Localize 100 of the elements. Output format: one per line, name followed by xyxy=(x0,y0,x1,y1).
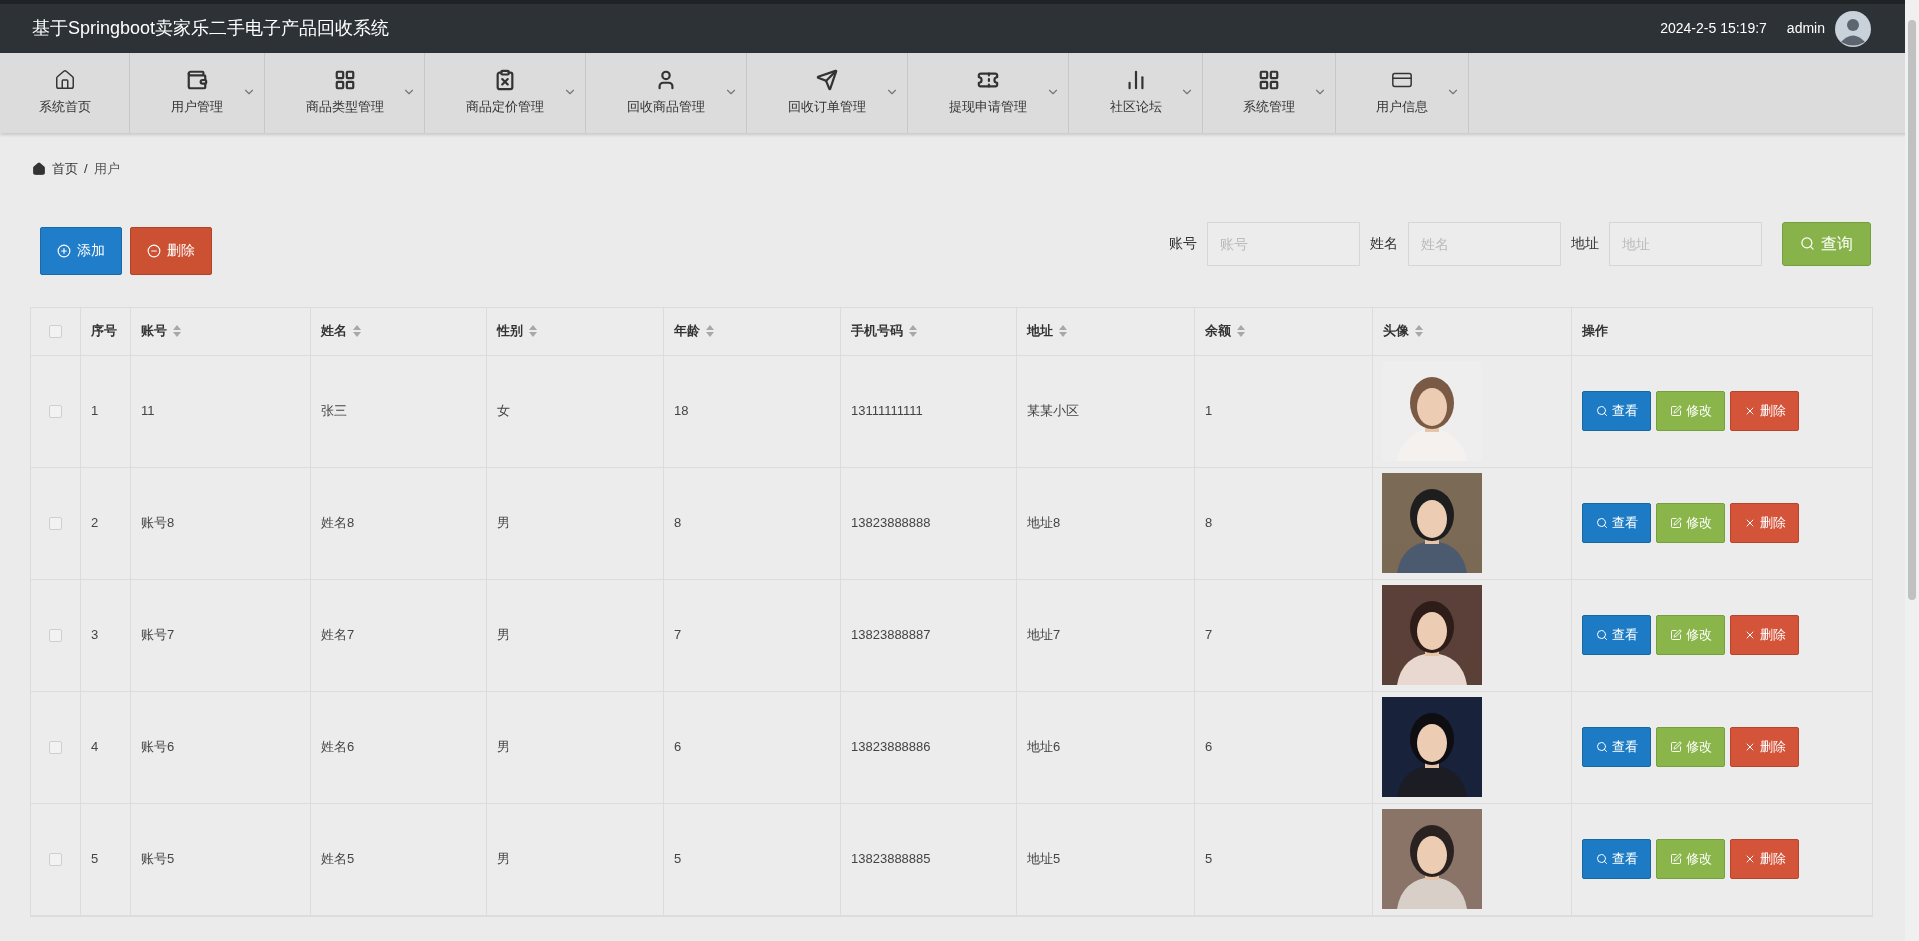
nav-item[interactable]: 用户管理 xyxy=(130,53,265,133)
minus-icon xyxy=(147,243,161,258)
table-cell-text: 8 xyxy=(674,514,682,533)
table-cell-text: 账号5 xyxy=(141,850,175,869)
breadcrumb-item[interactable]: 首页 xyxy=(52,159,78,179)
table-cell-text: 7 xyxy=(1205,626,1213,645)
table-cell-text: 2 xyxy=(91,514,99,533)
clipboard-icon xyxy=(494,69,516,92)
view-button[interactable]: 查看 xyxy=(1582,391,1651,431)
column-header: 序号 xyxy=(91,322,117,341)
table-cell-text: 男 xyxy=(497,850,510,869)
nav-item[interactable]: 回收订单管理 xyxy=(747,53,908,133)
delete-button[interactable]: 删除 xyxy=(1730,503,1799,543)
column-header[interactable]: 账号 xyxy=(141,321,167,341)
table-cell-text: 账号7 xyxy=(141,626,175,645)
delete-button[interactable]: 删除 xyxy=(1730,727,1799,767)
table-cell-text: 女 xyxy=(497,402,510,421)
column-header[interactable]: 手机号码 xyxy=(851,321,903,341)
date-time: 2024-2-5 15:19:7 xyxy=(1660,19,1767,38)
search-icon xyxy=(1595,405,1608,417)
paper-plane-icon xyxy=(816,69,838,92)
nav-item[interactable]: 回收商品管理 xyxy=(586,53,747,133)
checkbox[interactable] xyxy=(49,852,62,866)
sort-icon[interactable] xyxy=(173,325,181,337)
field-label: 账号 xyxy=(1169,234,1197,253)
sort-icon[interactable] xyxy=(706,325,714,337)
sort-icon[interactable] xyxy=(909,325,917,337)
scrollbar[interactable] xyxy=(1905,0,1919,941)
nav-label: 回收商品管理 xyxy=(627,98,705,117)
table-cell-text: 账号8 xyxy=(141,514,175,533)
table-cell-text: 13823888886 xyxy=(851,738,931,757)
breadcrumb-item: 用户 xyxy=(93,160,120,178)
field-label: 地址 xyxy=(1571,234,1599,253)
edit-icon xyxy=(1669,629,1682,641)
nav-label: 用户管理 xyxy=(171,98,223,117)
table-cell-text: 7 xyxy=(674,626,682,645)
table-cell-text: 5 xyxy=(91,850,99,869)
nav-label: 提现申请管理 xyxy=(949,98,1027,117)
table-cell-text: 男 xyxy=(497,738,510,757)
nav-item[interactable]: 系统管理 xyxy=(1203,53,1336,133)
sort-icon[interactable] xyxy=(353,325,361,337)
table-cell-text: 8 xyxy=(1205,514,1213,533)
view-button[interactable]: 查看 xyxy=(1582,503,1651,543)
checkbox[interactable] xyxy=(49,404,62,418)
search-icon xyxy=(1595,629,1608,641)
table-cell-text: 13823888885 xyxy=(851,850,931,869)
column-header[interactable]: 姓名 xyxy=(321,321,347,341)
nav-item[interactable]: 系统首页 xyxy=(0,53,130,133)
nav-item[interactable]: 商品类型管理 xyxy=(265,53,425,133)
checkbox[interactable] xyxy=(49,740,62,754)
column-header[interactable]: 性别 xyxy=(497,321,523,341)
search-icon xyxy=(1800,236,1815,251)
delete-button[interactable]: 删除 xyxy=(1730,391,1799,431)
column-header[interactable]: 余额 xyxy=(1205,321,1231,341)
add-button[interactable]: 添加 xyxy=(40,226,122,275)
user-icon xyxy=(655,69,677,92)
table-cell-text: 张三 xyxy=(321,402,347,421)
edit-icon xyxy=(1669,405,1682,417)
home-icon[interactable] xyxy=(32,161,46,176)
table-cell-text: 姓名8 xyxy=(321,514,355,533)
nav-label: 商品类型管理 xyxy=(305,98,384,117)
table-cell-text: 5 xyxy=(674,850,682,869)
nav-item[interactable]: 提现申请管理 xyxy=(908,53,1069,133)
sort-icon[interactable] xyxy=(529,325,537,337)
nav-item[interactable]: 用户信息 xyxy=(1336,53,1469,133)
sort-icon[interactable] xyxy=(1415,325,1423,337)
checkbox[interactable] xyxy=(49,324,62,338)
delete-button[interactable]: 删除 xyxy=(1730,615,1799,655)
view-button[interactable]: 查看 xyxy=(1582,615,1651,655)
sort-icon[interactable] xyxy=(1059,325,1067,337)
table-cell-text: 13111111111 xyxy=(851,402,923,421)
nav-item[interactable]: 商品定价管理 xyxy=(425,53,586,133)
home-icon xyxy=(53,69,76,92)
column-header[interactable]: 年龄 xyxy=(674,321,700,341)
checkbox[interactable] xyxy=(49,516,62,530)
view-button[interactable]: 查看 xyxy=(1582,839,1651,879)
table-cell-text: 某某小区 xyxy=(1027,402,1079,421)
table-cell-text: 地址6 xyxy=(1027,738,1061,757)
avatar-icon[interactable] xyxy=(1835,10,1871,47)
view-button[interactable]: 查看 xyxy=(1582,727,1651,767)
checkbox[interactable] xyxy=(49,628,62,642)
column-header[interactable]: 头像 xyxy=(1383,321,1409,341)
table-cell-text: 11 xyxy=(141,402,155,421)
table-cell-text: 姓名6 xyxy=(321,738,355,757)
nav-item[interactable]: 社区论坛 xyxy=(1069,53,1203,133)
grid-icon xyxy=(1258,69,1280,92)
app-title: 基于Springboot卖家乐二手电子产品回收系统 xyxy=(32,17,390,40)
table-cell-text: 姓名7 xyxy=(321,626,355,645)
table-cell-text: 5 xyxy=(1205,850,1213,869)
delete-button[interactable]: 删除 xyxy=(130,226,212,275)
column-header[interactable]: 地址 xyxy=(1027,321,1053,341)
table-cell-text: 男 xyxy=(497,626,510,645)
field-label: 姓名 xyxy=(1370,234,1398,253)
edit-icon xyxy=(1669,853,1682,865)
delete-button[interactable]: 删除 xyxy=(1730,839,1799,879)
nav-label: 系统首页 xyxy=(38,98,91,117)
column-header: 操作 xyxy=(1582,322,1608,341)
table-cell-text: 账号6 xyxy=(141,738,175,757)
sort-icon[interactable] xyxy=(1237,325,1245,337)
table-cell-text: 3 xyxy=(91,626,99,645)
